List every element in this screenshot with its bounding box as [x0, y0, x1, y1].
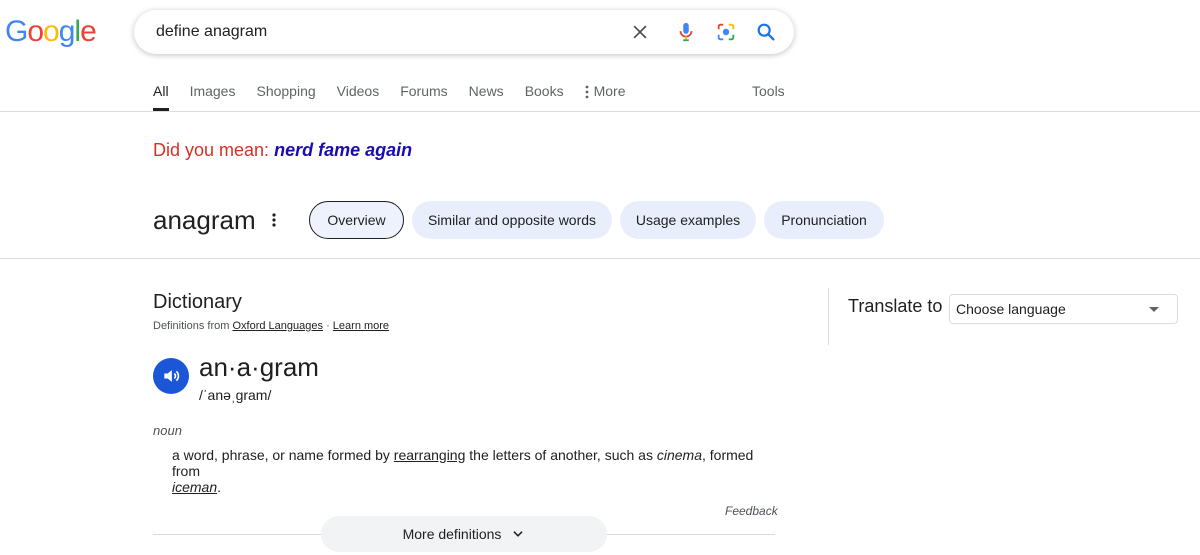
section-divider	[0, 258, 1200, 259]
word-title: anagram	[153, 205, 256, 235]
more-definitions-label: More definitions	[402, 526, 502, 542]
tools-button[interactable]: Tools	[752, 80, 785, 102]
logo-letter: G	[5, 15, 28, 48]
tab-news[interactable]: News	[469, 80, 504, 111]
chip-usage-examples[interactable]: Usage examples	[620, 201, 756, 239]
more-vert-icon	[585, 80, 589, 105]
language-select-value: Choose language	[956, 301, 1066, 317]
tab-more-label: More	[593, 83, 626, 99]
close-icon[interactable]	[620, 12, 660, 52]
translate-label: Translate to	[848, 296, 943, 316]
definition: a word, phrase, or name formed by rearra…	[172, 447, 772, 495]
part-of-speech: noun	[153, 423, 182, 438]
phonetic: /ˈanəˌɡram/	[199, 387, 272, 403]
search-tabs: All Images Shopping Videos Forums News B…	[153, 80, 647, 112]
logo-letter: g	[58, 15, 76, 48]
dropdown-arrow-icon	[1149, 307, 1159, 312]
speaker-icon	[164, 370, 180, 382]
iceman-link[interactable]: iceman	[172, 479, 217, 495]
logo-letter: e	[80, 15, 97, 48]
dictionary-source: Definitions from Oxford Languages · Lear…	[153, 319, 389, 333]
header-divider	[0, 111, 1200, 112]
tab-more[interactable]: More	[585, 80, 626, 111]
more-options-icon[interactable]	[266, 208, 282, 232]
oxford-languages-link[interactable]: Oxford Languages	[232, 320, 323, 332]
did-you-mean: Did you mean: nerd fame again	[153, 138, 412, 162]
example-word: cinema	[656, 447, 702, 463]
speaker-button[interactable]	[153, 358, 189, 394]
tab-all[interactable]: All	[153, 80, 169, 111]
headword: an·a·gram	[199, 352, 319, 382]
chip-overview[interactable]: Overview	[309, 201, 404, 239]
google-logo[interactable]: Google	[5, 14, 97, 50]
chip-similar-words[interactable]: Similar and opposite words	[412, 201, 612, 239]
logo-letter: o	[27, 15, 44, 48]
did-you-mean-suggestion[interactable]: nerd fame again	[274, 140, 412, 160]
tab-videos[interactable]: Videos	[337, 80, 380, 111]
rearranging-link[interactable]: rearranging	[394, 447, 466, 463]
logo-letter: o	[43, 15, 60, 48]
feedback-link[interactable]: Feedback	[725, 503, 778, 519]
translate-divider	[828, 288, 829, 345]
definition-text: .	[217, 479, 222, 495]
source-prefix: Definitions from	[153, 320, 230, 332]
language-select[interactable]: Choose language	[949, 294, 1178, 324]
search-input[interactable]	[154, 12, 620, 52]
more-definitions-button[interactable]: More definitions	[321, 516, 607, 552]
tab-books[interactable]: Books	[525, 80, 564, 111]
did-you-mean-label: Did you mean:	[153, 140, 270, 160]
dictionary-title: Dictionary	[153, 291, 242, 313]
lens-icon[interactable]	[706, 12, 746, 52]
search-box[interactable]	[134, 10, 794, 54]
definition-text: a word, phrase, or name formed by	[172, 447, 394, 463]
tab-images[interactable]: Images	[190, 80, 236, 111]
tab-forums[interactable]: Forums	[400, 80, 447, 111]
tab-shopping[interactable]: Shopping	[256, 80, 315, 111]
definition-text: the letters of another, such as	[465, 447, 657, 463]
search-icon[interactable]	[746, 12, 786, 52]
chevron-down-icon	[513, 531, 524, 537]
source-separator: ·	[326, 320, 330, 332]
microphone-icon[interactable]	[666, 12, 706, 52]
learn-more-link[interactable]: Learn more	[333, 320, 389, 332]
chip-pronunciation[interactable]: Pronunciation	[764, 201, 884, 239]
